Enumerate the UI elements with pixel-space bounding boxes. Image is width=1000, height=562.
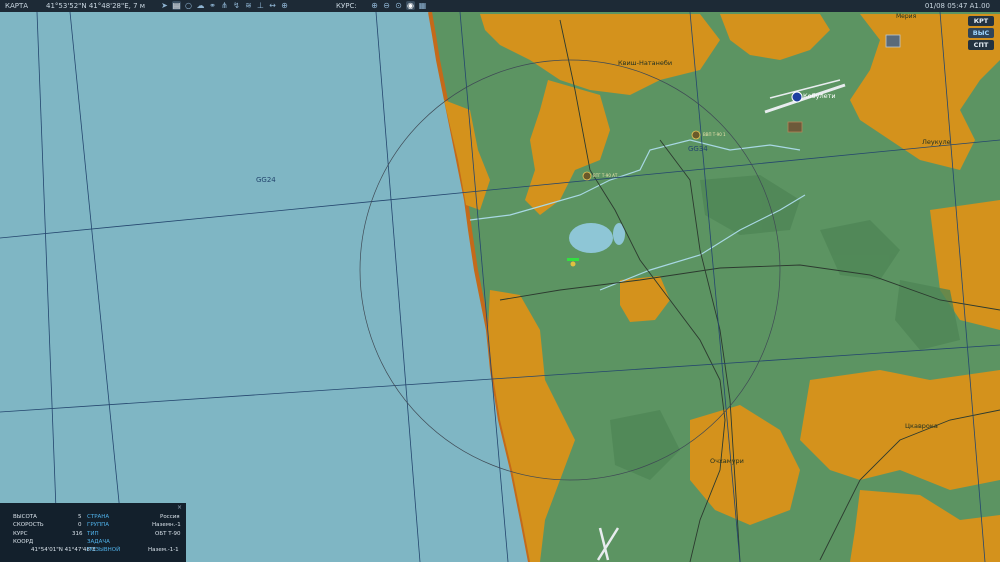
hangar-icon[interactable] <box>787 121 803 133</box>
airbase-icon[interactable] <box>791 91 803 103</box>
place-kobuleti: Кобулети <box>803 92 836 100</box>
map-mode-button[interactable]: КРТ <box>968 16 994 26</box>
tactical-map[interactable]: GG24 GG34 Квиш-Натанеби Кобулети Мерия Л… <box>0 0 1000 562</box>
unit-label-1: ВТГ Т-90 АТ <box>593 173 618 178</box>
speed-value: 0 <box>78 522 82 528</box>
direction-icon[interactable]: ↔ <box>268 1 277 10</box>
grid-label-gg34: GG34 <box>688 145 708 153</box>
country-value: Россия <box>160 514 180 520</box>
speed-label: СКОРОСТЬ <box>13 522 44 528</box>
close-icon[interactable]: × <box>177 505 183 511</box>
place-ochkhamuri: Очхамури <box>710 457 744 465</box>
datetime: 01/08 05:47 A1.00 <box>924 2 990 10</box>
window-title: КАРТА <box>5 2 29 10</box>
course-label: КУРС: <box>336 2 357 10</box>
place-leukule: Леукуле <box>922 138 951 146</box>
unit-info-panel: × ВЫСОТА 5 СТРАНА Россия СКОРОСТЬ 0 ГРУП… <box>0 503 186 562</box>
altitude-label: ВЫСОТА <box>13 514 37 520</box>
cloud-icon[interactable]: ☁ <box>196 1 205 10</box>
callsign-key: ПОЗЫВНОЙ <box>87 547 121 553</box>
type-key: ТИП <box>87 531 99 537</box>
altitude-mode-button[interactable]: ВЫС <box>968 28 994 38</box>
top-bar: КАРТА 41°53'52"N 41°48'28"E, 7 м ➤ ▤ ○ ☁… <box>0 0 1000 12</box>
wifi-icon[interactable]: ≋ <box>244 1 253 10</box>
group-key: ГРУППА <box>87 522 110 528</box>
country-key: СТРАНА <box>87 514 110 520</box>
grid-label-gg24: GG24 <box>256 176 276 184</box>
course-info-label: КУРС <box>13 531 28 537</box>
link-icon[interactable]: ⚭ <box>208 1 217 10</box>
grid-icon[interactable]: ▦ <box>418 1 427 10</box>
zoom-in-icon[interactable]: ⊕ <box>370 1 379 10</box>
cursor-coordinates: 41°53'52"N 41°48'28"E, 7 м <box>46 2 146 10</box>
group-value: Наземн.-1 <box>152 522 181 528</box>
unit-marker-1[interactable] <box>582 171 592 181</box>
circle-icon[interactable]: ○ <box>184 1 193 10</box>
layer-icon[interactable]: ▤ <box>172 1 181 10</box>
map-app: GG24 GG34 Квиш-Натанеби Кобулети Мерия Л… <box>0 0 1000 562</box>
coord-label: КООРД <box>13 539 34 545</box>
place-meriya: Мерия <box>896 13 917 20</box>
radar-icon[interactable] <box>885 34 901 48</box>
course-value: 316 <box>72 531 83 537</box>
place-kvish-natanebi: Квиш-Натанеби <box>618 59 672 67</box>
arrows-icon[interactable]: ↯ <box>232 1 241 10</box>
zoom-fit-icon[interactable]: ⊙ <box>394 1 403 10</box>
unit-label-2: ВВП Т-90 1 <box>703 132 726 137</box>
globe-icon[interactable]: ◉ <box>406 1 415 10</box>
altitude-value: 5 <box>78 514 82 520</box>
place-tskavroka: Цкаврока <box>905 422 938 430</box>
unit-marker-2[interactable] <box>691 130 701 140</box>
zoom-out-icon[interactable]: ⊖ <box>382 1 391 10</box>
send-icon[interactable]: ➤ <box>160 1 169 10</box>
callsign-value: Назем.-1-1 <box>148 547 179 553</box>
network-icon[interactable]: ⋔ <box>220 1 229 10</box>
tower-icon[interactable]: ⊥ <box>256 1 265 10</box>
task-key: ЗАДАЧА <box>87 539 110 545</box>
target-icon[interactable]: ⊕ <box>280 1 289 10</box>
type-value: ОБТ Т-90 <box>155 531 181 537</box>
satellite-mode-button[interactable]: СПТ <box>968 40 994 50</box>
